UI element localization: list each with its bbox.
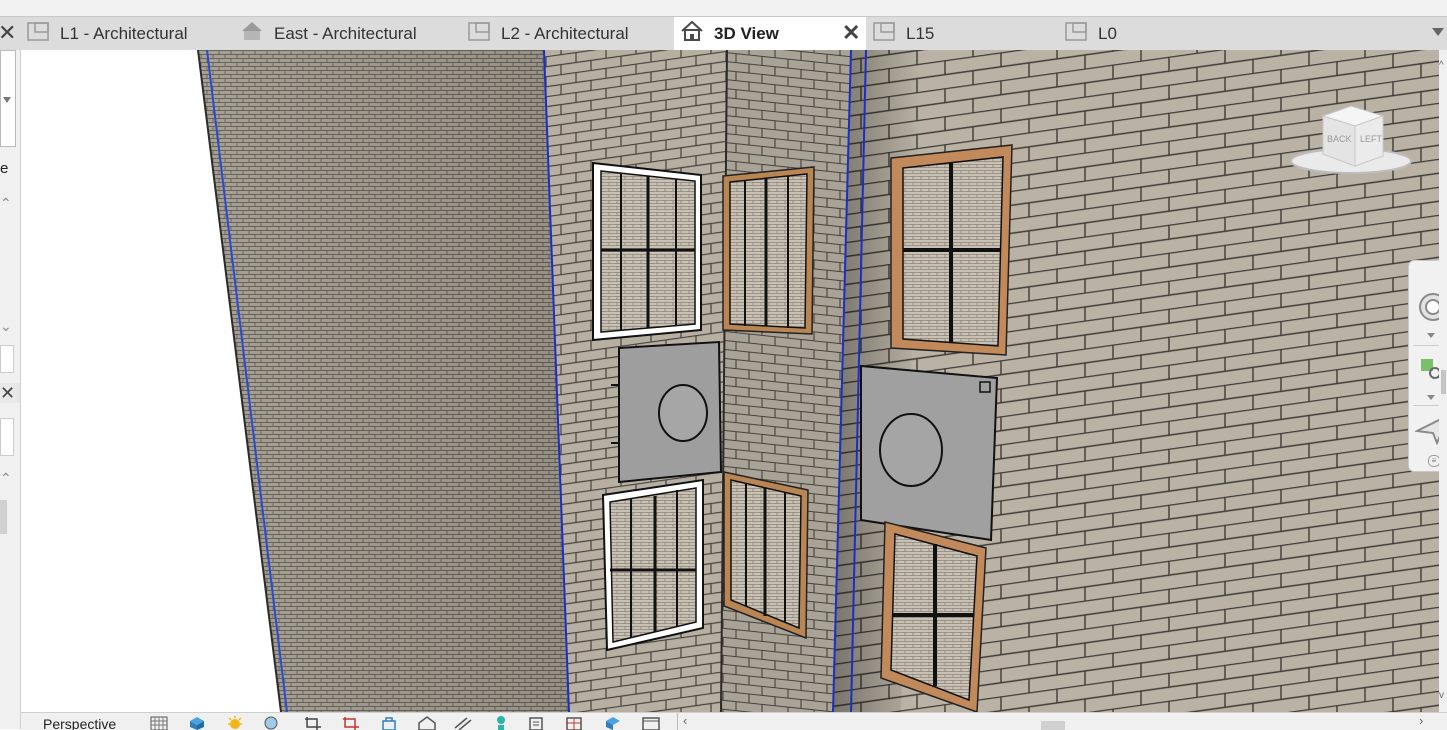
options-icon[interactable]: ≡ (1428, 455, 1439, 467)
chevron-down-icon[interactable] (1427, 333, 1435, 338)
chevron-down-icon[interactable] (1427, 395, 1435, 400)
chevron-up-icon[interactable]: ⌃ (0, 195, 12, 212)
tab-east-architectural[interactable]: East - Architectural (240, 17, 460, 50)
ac-unit-right (860, 364, 999, 542)
window-lower-left (601, 478, 704, 652)
chevron-up-icon[interactable]: ⌃ (0, 470, 12, 487)
window-upper-left (592, 161, 702, 342)
temporary-hide-icon[interactable] (417, 715, 437, 730)
tab-label: 3D View (714, 23, 779, 43)
tab-label: L2 - Architectural (501, 23, 629, 43)
steering-wheel-icon[interactable] (1417, 291, 1439, 328)
tab-l0[interactable]: L0 (1064, 17, 1244, 50)
panel-scrollbar-thumb[interactable] (0, 500, 7, 534)
vertical-scrollbar[interactable]: ^ v (1439, 50, 1447, 712)
properties-panel-edge: e ⌃ ⌄ ✕ ⌃ (0, 50, 21, 729)
shadows-icon[interactable] (263, 715, 283, 730)
title-strip (0, 0, 1447, 16)
highlight-displacement-icon[interactable] (565, 715, 585, 730)
close-panel-icon[interactable]: ✕ (0, 383, 20, 403)
chevron-up-icon[interactable]: ^ (1439, 60, 1444, 71)
section-box-icon[interactable] (641, 715, 661, 730)
tab-l1-architectural[interactable]: L1 - Architectural (26, 17, 231, 50)
reveal-constraints-icon[interactable] (603, 715, 623, 730)
sun-path-icon[interactable] (225, 715, 245, 730)
panel-field[interactable] (0, 418, 14, 456)
render-3d-icon[interactable] (187, 715, 207, 730)
scroll-left-icon[interactable]: ‹ (683, 713, 687, 728)
scroll-right-icon[interactable]: › (1419, 713, 1423, 728)
viewcube-face-back: BACK (1327, 134, 1352, 144)
elevation-icon (240, 20, 264, 47)
navigation-bar: ✕ ≡ (1408, 260, 1439, 472)
ac-unit-left (611, 340, 723, 484)
3d-viewport[interactable]: BACK LEFT ✕ ≡ (21, 50, 1439, 712)
panel-label-fragment: e (0, 160, 9, 177)
chevron-down-icon[interactable]: ⌄ (0, 318, 12, 335)
visual-style-icon[interactable] (149, 715, 169, 730)
show-crop-region-icon[interactable] (341, 715, 361, 730)
close-tab-icon[interactable]: ✕ (842, 22, 860, 44)
tab-3d-view[interactable]: 3D View ✕ (674, 17, 866, 50)
window-upper-right (890, 144, 1013, 356)
tab-l2-architectural[interactable]: L2 - Architectural (467, 17, 672, 50)
view-control-bar: Perspective ‹ › (21, 712, 1447, 730)
unlock-view-icon[interactable] (379, 715, 399, 730)
floor-plan-icon (467, 20, 491, 47)
panel-field[interactable] (0, 345, 14, 373)
tab-label: L0 (1098, 23, 1117, 43)
crop-view-icon[interactable] (303, 715, 323, 730)
viewcube-face-left: LEFT (1360, 134, 1383, 144)
view-mode-label[interactable]: Perspective (43, 716, 116, 730)
view-tab-bar: ✕ L1 - Architectural East - Architectura… (0, 16, 1447, 50)
scrollbar-thumb[interactable] (1441, 370, 1446, 394)
floor-plan-icon (26, 20, 50, 47)
reveal-hidden-icon[interactable] (453, 715, 473, 730)
tab-label: L15 (906, 23, 935, 43)
floor-plan-icon (1064, 20, 1088, 47)
lock-3d-icon[interactable] (527, 715, 547, 730)
zoom-region-icon[interactable] (1419, 357, 1439, 388)
tab-label: L1 - Architectural (60, 23, 188, 43)
close-panel-icon[interactable]: ✕ (0, 22, 16, 44)
analysis-display-icon[interactable] (491, 715, 511, 730)
chevron-down-icon[interactable] (3, 97, 11, 103)
fly-navigation-icon[interactable] (1413, 411, 1439, 450)
tab-bar-dropdown[interactable] (1432, 28, 1444, 36)
tab-label: East - Architectural (274, 23, 417, 43)
floor-plan-icon (872, 20, 896, 47)
window-upper-mid (722, 166, 815, 335)
chevron-down-icon[interactable]: v (1439, 690, 1444, 701)
window-lower-right (880, 521, 987, 712)
model-render: BACK LEFT (21, 50, 1439, 712)
tab-l15[interactable]: L15 (872, 17, 1052, 50)
house-3d-icon (680, 20, 704, 47)
